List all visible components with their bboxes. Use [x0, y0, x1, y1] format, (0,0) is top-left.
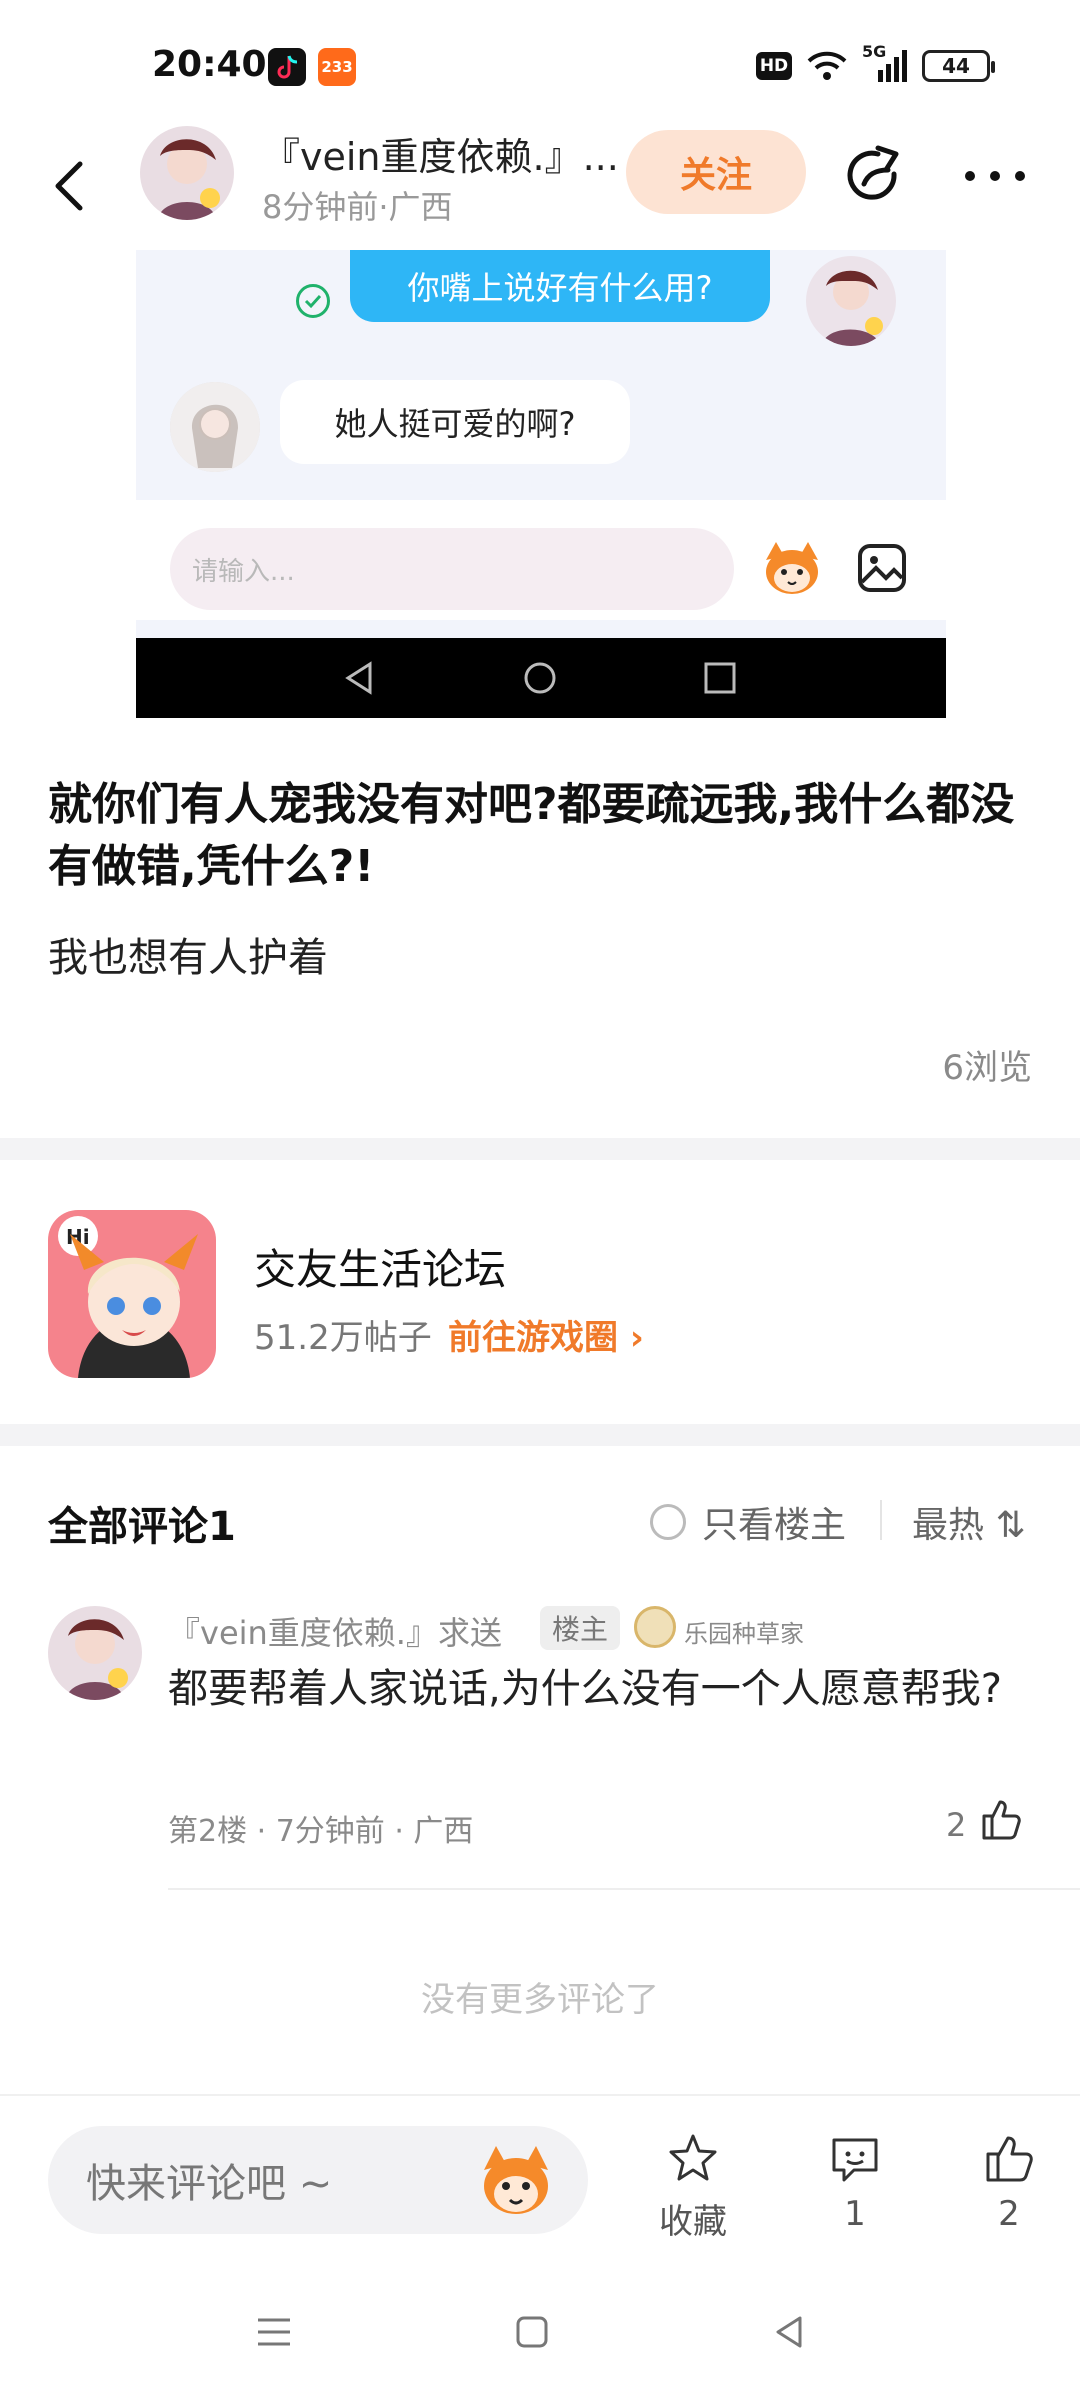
only-op-toggle[interactable]: 只看楼主: [650, 1496, 846, 1548]
op-badge: 楼主: [540, 1606, 621, 1650]
hd-icon: HD: [756, 52, 792, 80]
menu-icon[interactable]: [252, 2310, 296, 2354]
chat-bubble-right: 你嘴上说好有什么用?: [350, 250, 770, 322]
comment-like-count: 2: [946, 1806, 967, 1844]
chat-avatar-left: [170, 382, 260, 472]
home-icon[interactable]: [510, 2310, 554, 2354]
wifi-icon: [807, 51, 847, 80]
back-icon[interactable]: [768, 2310, 812, 2354]
separator: [880, 1500, 882, 1540]
radio-icon[interactable]: [650, 1504, 686, 1540]
no-more-comments: 没有更多评论了: [421, 1980, 659, 2020]
view-count: 6浏览: [942, 1048, 1032, 1088]
only-op-label: 只看楼主: [702, 1505, 847, 1546]
medal-icon: [634, 1606, 676, 1648]
comment-text: 都要帮着人家说话,为什么没有一个人愿意帮我?: [168, 1666, 1002, 1712]
forum-post-count: 51.2万帖子: [254, 1318, 432, 1358]
nav-home-icon: [524, 662, 556, 694]
chat-input: 请输入...: [170, 528, 734, 610]
tiktok-icon: [268, 48, 306, 86]
battery-icon: 44: [922, 50, 995, 82]
nav-back-icon: [345, 661, 372, 695]
post-title: 就你们有人宠我没有对吧?都要疏远我,我什么都没有做错,凭什么?!: [48, 779, 1015, 892]
status-time: 20:40: [152, 44, 267, 85]
like-button[interactable]: 2: [954, 2132, 1064, 2234]
nav-recents-icon: [704, 662, 736, 694]
section-divider: [0, 1138, 1080, 1160]
check-icon: [296, 284, 330, 318]
author-name[interactable]: 『vein重度依赖.』...: [262, 126, 622, 181]
comment-author[interactable]: 『vein重度依赖.』求送: [168, 1608, 502, 1654]
favorite-label: 收藏: [659, 2202, 727, 2242]
post-header: 『vein重度依赖.』... 8分钟前·广西 关注: [0, 120, 1080, 250]
medal-label: 乐园种草家: [684, 1620, 804, 1648]
share-icon[interactable]: [842, 144, 906, 208]
author-avatar[interactable]: [140, 126, 234, 220]
comment-icon: [832, 2138, 878, 2182]
like-count: 2: [998, 2194, 1020, 2234]
comment-avatar[interactable]: [48, 1606, 142, 1700]
more-options-icon[interactable]: [960, 164, 1030, 188]
comment-divider: [168, 1888, 1080, 1890]
battery-level: 44: [942, 54, 970, 78]
forum-icon[interactable]: Hi: [48, 1210, 216, 1378]
star-icon: [669, 2134, 717, 2181]
comment-meta: 第2楼 · 7分钟前 · 广西: [168, 1814, 474, 1849]
mascot-icon: [766, 542, 818, 594]
section-divider: [0, 1424, 1080, 1446]
comment-count: 1: [844, 2194, 866, 2234]
thumbs-up-icon: [986, 2136, 1033, 2182]
sort-toggle[interactable]: 最热 ⇅: [912, 1496, 1026, 1548]
chat-avatar-right: [806, 256, 896, 346]
post-image[interactable]: 你嘴上说好有什么用? 她人挺可爱的啊? 请输入...: [136, 250, 946, 718]
go-to-circle-link[interactable]: 前往游戏圈 ›: [448, 1310, 644, 1359]
chat-bubble-left: 她人挺可爱的啊?: [280, 380, 630, 464]
comments-title: 全部评论1: [48, 1504, 236, 1550]
image-icon: [858, 544, 906, 592]
forum-name[interactable]: 交友生活论坛: [254, 1236, 506, 1297]
mascot-icon[interactable]: [476, 2144, 556, 2216]
status-icons: HD 5G 44: [756, 42, 995, 84]
signal-icon: 5G: [862, 42, 908, 84]
post-meta: 8分钟前·广西: [262, 188, 453, 226]
post-body: 我也想有人护着: [48, 935, 328, 981]
favorite-button[interactable]: 收藏: [638, 2132, 748, 2243]
back-arrow-icon[interactable]: [46, 156, 96, 216]
comment-button[interactable]: 1: [800, 2132, 910, 2234]
follow-button[interactable]: 关注: [626, 130, 806, 214]
app-233-icon: 233: [318, 48, 356, 86]
thumbs-up-icon[interactable]: [978, 1796, 1024, 1842]
status-bar: 20:40 233 HD 5G 44: [0, 0, 1080, 130]
